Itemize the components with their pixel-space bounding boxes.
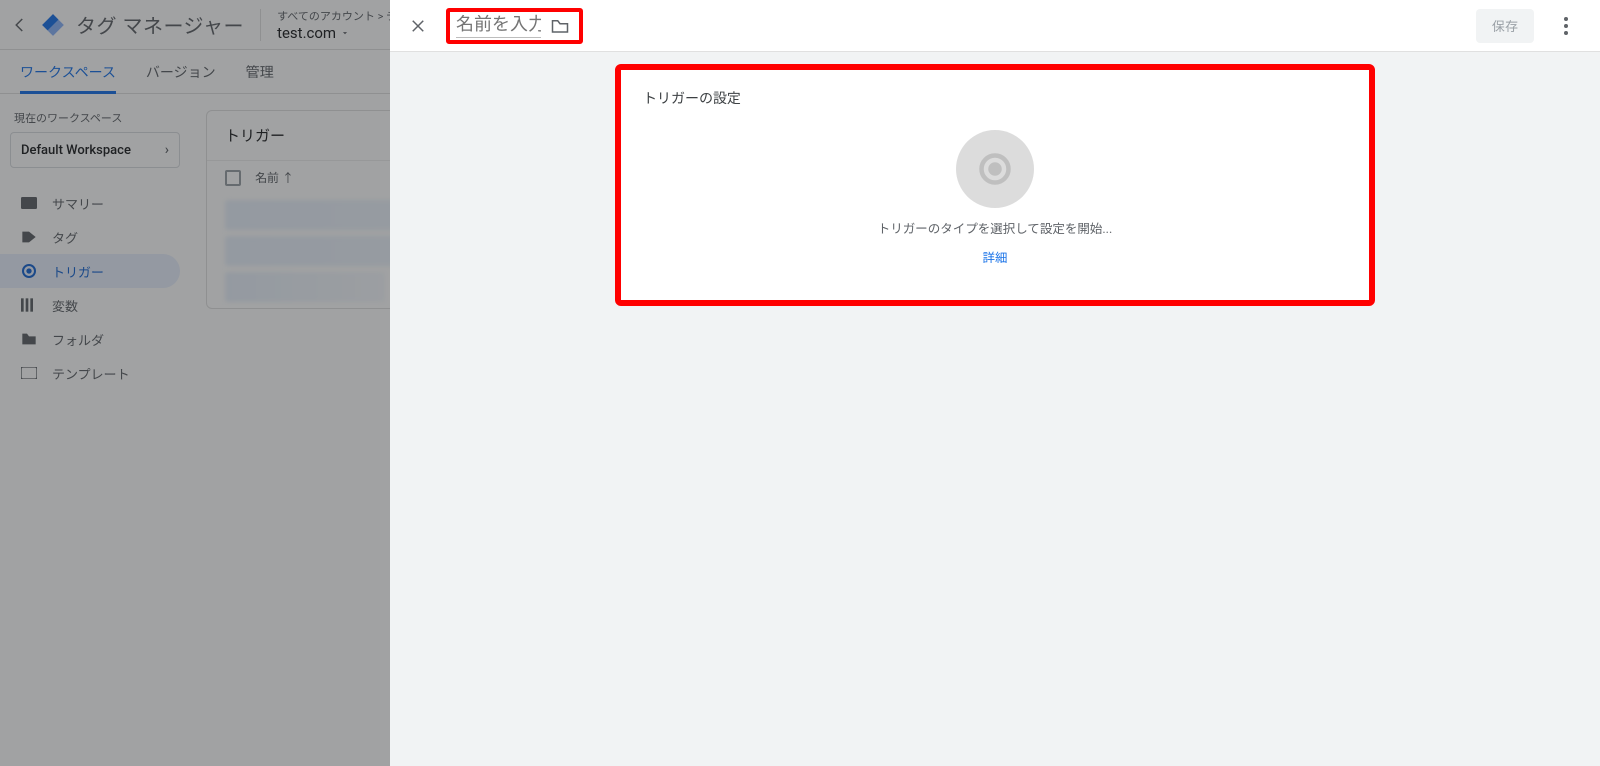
dim-overlay [0, 0, 390, 766]
trigger-config-title: トリガーの設定 [643, 88, 1347, 108]
close-icon[interactable] [398, 6, 438, 46]
trigger-name-input[interactable] [456, 14, 541, 38]
panel-body: トリガーの設定 トリガーのタイプを選択して設定を開始... 詳細 [390, 52, 1600, 766]
folder-icon[interactable] [551, 18, 569, 34]
details-link[interactable]: 詳細 [982, 247, 1007, 266]
panel-header: 保存 [390, 0, 1600, 52]
trigger-config-placeholder: トリガーのタイプを選択して設定を開始... 詳細 [643, 130, 1347, 266]
trigger-hint-text: トリガーのタイプを選択して設定を開始... [878, 218, 1113, 237]
trigger-config-card[interactable]: トリガーの設定 トリガーのタイプを選択して設定を開始... 詳細 [615, 64, 1375, 306]
more-menu-icon[interactable] [1548, 8, 1584, 44]
save-button[interactable]: 保存 [1476, 9, 1534, 43]
name-input-wrapper [446, 8, 583, 44]
trigger-editor-panel: 保存 トリガーの設定 トリガーのタイプを選択して設定を開始... 詳細 [390, 0, 1600, 766]
trigger-placeholder-icon [956, 130, 1034, 208]
